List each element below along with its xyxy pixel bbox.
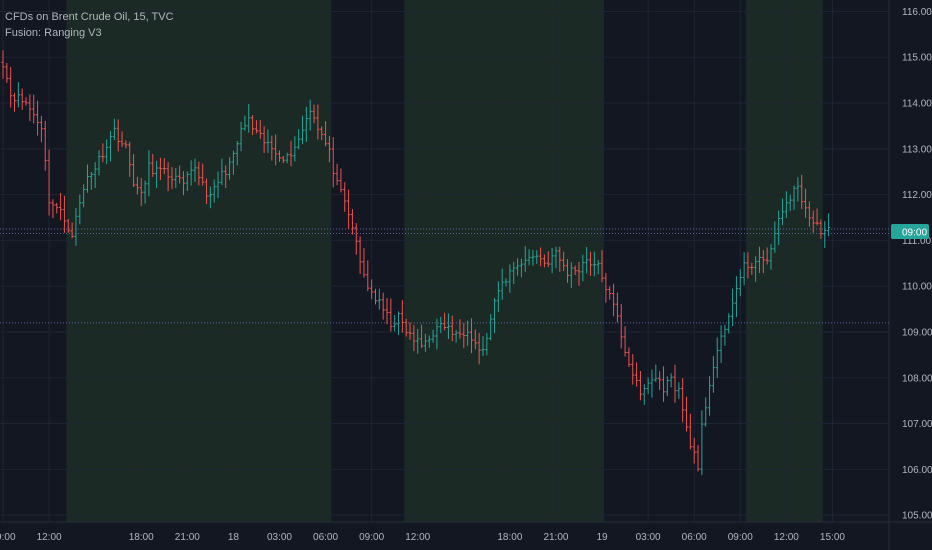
x-tick-label: 12:00: [405, 532, 430, 543]
y-tick-label: 108.00: [902, 373, 932, 384]
y-tick-label: 105.00: [902, 511, 932, 522]
ranging-zone: [404, 0, 604, 522]
x-tick-label: 03:00: [636, 532, 661, 543]
ranging-zone: [66, 0, 332, 522]
x-tick-label: 03:00: [267, 532, 292, 543]
y-tick-label: 113.00: [902, 144, 932, 155]
x-tick-label: 06:00: [682, 532, 707, 543]
indicator-title[interactable]: Fusion: Ranging V3: [5, 25, 174, 41]
price-chart[interactable]: 105.00106.00107.00108.00109.00110.00111.…: [0, 0, 932, 550]
y-tick-label: 114.00: [902, 99, 932, 110]
y-tick-label: 112.00: [902, 190, 932, 201]
x-tick-label: 09:00: [359, 532, 384, 543]
x-tick-label: 18:00: [497, 532, 522, 543]
x-tick-label: 18: [228, 532, 240, 543]
y-tick-label: 110.00: [902, 282, 932, 293]
x-tick-label: 12:00: [37, 532, 62, 543]
x-tick-label: 09:00: [0, 532, 16, 543]
x-tick-label: 06:00: [313, 532, 338, 543]
ranging-zone: [746, 0, 823, 522]
x-tick-label: 21:00: [175, 532, 200, 543]
current-price-tag: 09:00: [891, 223, 929, 239]
x-tick-label: 15:00: [820, 532, 845, 543]
current-price-tag-label: 09:00: [902, 227, 927, 238]
symbol-title[interactable]: CFDs on Brent Crude Oil, 15, TVC: [5, 9, 174, 25]
x-tick-label: 09:00: [728, 532, 753, 543]
chart-legend[interactable]: CFDs on Brent Crude Oil, 15, TVC Fusion:…: [5, 9, 174, 41]
x-tick-label: 12:00: [774, 532, 799, 543]
y-tick-label: 109.00: [902, 327, 932, 338]
x-tick-label: 18:00: [129, 532, 154, 543]
y-tick-label: 106.00: [902, 465, 932, 476]
x-tick-label: 19: [596, 532, 608, 543]
y-tick-label: 116.00: [902, 7, 932, 18]
x-tick-label: 21:00: [543, 532, 568, 543]
y-tick-label: 107.00: [902, 419, 932, 430]
y-tick-label: 115.00: [902, 53, 932, 64]
